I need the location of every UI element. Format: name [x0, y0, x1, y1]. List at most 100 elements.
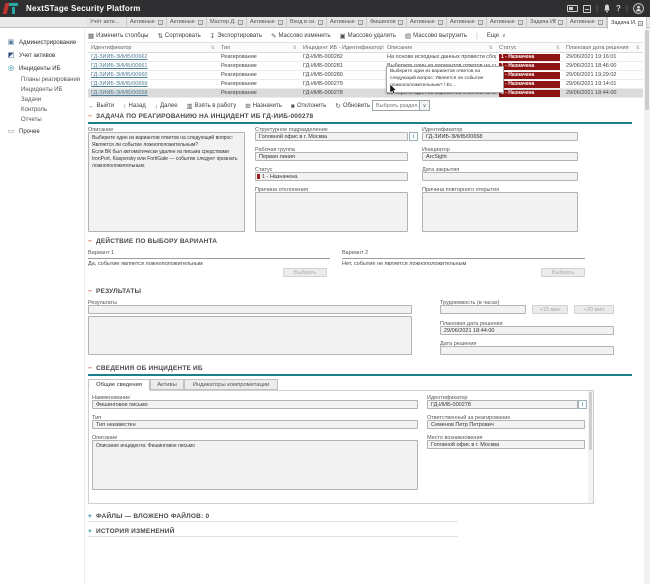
task-id-link[interactable]: ГД-ЗИИБ-ЗИИБ/00662 — [88, 53, 218, 61]
choose-variant-1-button[interactable]: Выбрать — [283, 268, 327, 277]
collapse-icon[interactable]: − — [88, 113, 92, 120]
sidebar-item-response-plans[interactable]: Планы реагирования — [0, 75, 84, 85]
bulk-delete-button[interactable]: ▣Массово удалить — [340, 32, 396, 40]
choose-variant-2-button[interactable]: Выбрать — [541, 268, 585, 277]
column-header-1[interactable]: Тип⇅ — [218, 43, 300, 52]
table-row-2[interactable]: ГД-ЗИИБ-ЗИИБ/00660РеагированиеГД-ИИБ-000… — [88, 71, 643, 80]
page-scrollbar[interactable] — [644, 28, 650, 584]
column-header-2[interactable]: Инцидент ИБ - Идентификатор⇅ — [300, 43, 384, 52]
results-textarea[interactable] — [88, 316, 412, 355]
sidebar-item-administration[interactable]: ▣Администрирование — [0, 36, 84, 49]
effort-input[interactable] — [440, 305, 526, 314]
close-date-field[interactable] — [422, 172, 578, 181]
tab-close-icon[interactable]: × — [278, 20, 283, 25]
tab-close-icon[interactable]: × — [438, 20, 443, 25]
task-identifier-field[interactable]: ГД-ЗИИБ-ЗИИБ/00658 — [422, 132, 578, 141]
tab-0[interactable]: Учёт акти... — [87, 17, 127, 27]
expand-icon[interactable]: + — [88, 513, 92, 520]
table-row-4[interactable]: ГД-ЗИИБ-ЗИИБ/00658РеагированиеГД-ИИБ-000… — [88, 89, 643, 98]
tab-3[interactable]: Мастер Д...× — [207, 17, 247, 27]
tab-11[interactable]: Задача ИБ× — [527, 17, 567, 27]
take-to-work-button[interactable]: ▥Взять в работу — [187, 102, 237, 110]
task-id-link[interactable]: ГД-ЗИИБ-ЗИИБ/00659 — [88, 80, 218, 88]
tab-5[interactable]: Вход в си...× — [287, 17, 327, 27]
collapse-icon[interactable]: − — [88, 365, 92, 372]
tab-close-icon[interactable]: × — [398, 20, 403, 25]
workgroup-field[interactable]: Первая линия — [255, 152, 408, 161]
table-row-0[interactable]: ГД-ЗИИБ-ЗИИБ/00662РеагированиеГД-ИИБ-000… — [88, 53, 643, 62]
tab-12[interactable]: Активные× — [567, 17, 607, 27]
incident-type-field[interactable]: Тип неизвестен — [92, 420, 418, 429]
tab-general-info[interactable]: Общие сведения — [88, 379, 150, 391]
chevron-down-icon[interactable]: ∨ — [419, 101, 429, 110]
tab-close-icon[interactable]: × — [238, 20, 243, 25]
sort-icon[interactable]: ⇅ — [556, 45, 560, 51]
sidebar-item-incidents[interactable]: ◎Инциденты ИБ — [0, 62, 84, 75]
display-mode-icon[interactable] — [567, 5, 578, 12]
change-columns-button[interactable]: ▦Изменить столбцы — [88, 32, 148, 40]
reopen-reason-field[interactable] — [422, 192, 578, 232]
next-button[interactable]: ↓Далее — [155, 103, 178, 110]
planned-date-field[interactable]: 29/06/2021 18:44:00 — [440, 326, 614, 335]
tab-close-icon[interactable]: × — [318, 20, 323, 25]
page-scrollbar-thumb[interactable] — [645, 30, 649, 110]
sidebar-item-assets[interactable]: ◩Учет активов — [0, 49, 84, 62]
column-header-5[interactable]: Плановая дата решения⇅ — [563, 43, 643, 52]
status-field[interactable]: 1 - Назначена — [255, 172, 408, 181]
back-button[interactable]: ↑Назад — [123, 103, 145, 110]
tab-13[interactable]: Задача И...× — [607, 17, 647, 29]
column-header-4[interactable]: Статус⇅ — [496, 43, 563, 52]
column-header-3[interactable]: Описание⇅ — [384, 43, 496, 52]
tab-1[interactable]: Активные× — [127, 17, 167, 27]
tab-close-icon[interactable]: × — [558, 20, 563, 25]
task-id-link[interactable]: ГД-ЗИИБ-ЗИИБ/00658 — [88, 89, 218, 97]
sidebar-item-control[interactable]: Контроль — [0, 105, 84, 115]
task-id-link[interactable]: ГД-ЗИИБ-ЗИИБ/00661 — [88, 62, 218, 70]
incident-description-field[interactable]: Описание инцидента: Фишинговое письмо — [92, 440, 418, 490]
incident-name-field[interactable]: Фишинговое письмо — [92, 400, 418, 409]
tab-7[interactable]: Фишингов...× — [367, 17, 407, 27]
results-input[interactable] — [88, 305, 412, 314]
decline-button[interactable]: ■Отклонить — [291, 103, 327, 110]
sidebar-item-other[interactable]: ▭Прочее — [0, 125, 84, 138]
tab-close-icon[interactable]: × — [478, 20, 483, 25]
collapse-icon[interactable]: − — [88, 238, 92, 245]
table-row-3[interactable]: ГД-ЗИИБ-ЗИИБ/00659РеагированиеГД-ИИБ-000… — [88, 80, 643, 89]
tab-close-icon[interactable]: × — [358, 20, 363, 25]
decline-reason-field[interactable] — [255, 192, 408, 232]
tab-4[interactable]: Активные× — [247, 17, 287, 27]
responsible-field[interactable]: Семенов Петр Петрович — [427, 420, 585, 429]
bulk-edit-button[interactable]: ✎Массово изменить — [271, 32, 331, 40]
tab-close-icon[interactable]: × — [158, 20, 163, 25]
initiator-field[interactable]: ArcSight — [422, 152, 578, 161]
sidebar-item-incidents-list[interactable]: Инциденты ИБ — [0, 85, 84, 95]
tab-close-icon[interactable]: × — [638, 21, 643, 26]
task-description-field[interactable]: Выберите один из вариантов ответов на сл… — [88, 132, 245, 232]
tab-2[interactable]: Активные× — [167, 17, 207, 27]
location-field[interactable]: Головной офис в г. Москва — [427, 440, 585, 449]
sort-icon[interactable]: ⇅ — [293, 45, 297, 51]
panel-scrollbar[interactable] — [588, 391, 593, 503]
more-button[interactable]: Еще∨ — [487, 33, 506, 39]
tab-10[interactable]: Активные× — [487, 17, 527, 27]
tab-close-icon[interactable]: × — [198, 20, 203, 25]
bulk-unload-button[interactable]: ▤Массово выгрузить — [405, 32, 467, 40]
sort-button[interactable]: ⇅Сортировать — [157, 32, 200, 40]
sort-icon[interactable]: ⇅ — [211, 45, 215, 51]
resolve-date-field[interactable] — [440, 346, 614, 355]
sidebar-item-tasks[interactable]: Задачи — [0, 95, 84, 105]
help-icon[interactable]: ? — [616, 4, 621, 13]
department-field[interactable]: Головной офис в г. Москва — [255, 132, 408, 141]
sort-icon[interactable]: ⇅ — [489, 45, 493, 51]
sort-icon[interactable]: ⇅ — [636, 45, 640, 51]
table-row-1[interactable]: ГД-ЗИИБ-ЗИИБ/00661РеагированиеГД-ИИБ-000… — [88, 62, 643, 71]
expand-icon[interactable]: + — [88, 528, 92, 535]
panel-toggle-icon[interactable] — [583, 5, 591, 13]
collapse-icon[interactable]: − — [88, 288, 92, 295]
info-icon[interactable]: i — [409, 132, 418, 141]
column-header-0[interactable]: Идентификатор⇅ — [88, 43, 218, 52]
export-button[interactable]: ↧Экспортировать — [210, 32, 262, 40]
notifications-bell-icon[interactable] — [603, 4, 611, 13]
assign-button[interactable]: ⊞Назначить — [245, 102, 282, 110]
tab-6[interactable]: Активные× — [327, 17, 367, 27]
